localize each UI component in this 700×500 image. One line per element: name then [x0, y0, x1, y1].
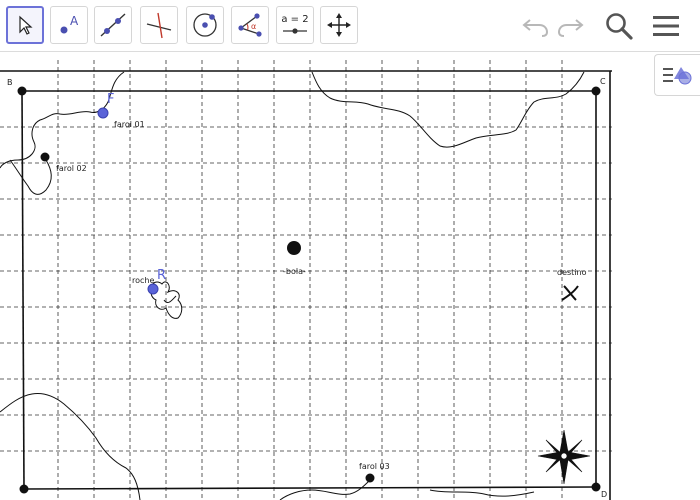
line-icon	[100, 13, 126, 37]
circle-tool[interactable]	[186, 6, 224, 44]
search-button[interactable]	[602, 8, 636, 44]
coastlines	[0, 71, 585, 500]
point-icon: A	[60, 14, 79, 34]
angle-icon: α	[238, 13, 262, 37]
perpendicular-line-tool[interactable]	[140, 6, 178, 44]
style-bar-icon	[662, 67, 691, 85]
compass-rose-icon	[537, 429, 591, 485]
move-tool[interactable]	[6, 6, 44, 44]
corner-label-c: C	[600, 77, 606, 86]
undo-button[interactable]	[518, 8, 552, 44]
lighthouse-03-dot	[365, 473, 375, 483]
search-icon	[606, 13, 633, 40]
destination-x-icon	[561, 285, 579, 301]
ball-marker	[287, 241, 301, 255]
style-bar-toggle[interactable]	[654, 54, 700, 96]
destination-label: destino	[557, 268, 587, 277]
dashed-grid	[0, 60, 612, 500]
slider-icon-text: a = 2	[281, 14, 308, 25]
corner-label-d: D	[601, 490, 607, 499]
ball-label: -bola-	[283, 267, 306, 276]
rock-label: roche	[132, 276, 154, 285]
lighthouse-03-label: farol 03	[359, 462, 390, 471]
hamburger-menu-icon	[653, 16, 679, 36]
redo-button[interactable]	[554, 8, 588, 44]
svg-text:α: α	[251, 22, 256, 31]
corner-dot-c	[591, 86, 601, 96]
corner-dot-a	[19, 484, 29, 494]
point-f[interactable]: F	[97, 92, 114, 119]
point-r-label: R	[157, 268, 166, 283]
corner-dot-d	[591, 482, 601, 492]
slider-icon: a = 2	[281, 14, 309, 34]
toolbar: A α a = 2	[0, 0, 700, 52]
point-tool[interactable]: A	[50, 6, 88, 44]
undo-icon	[522, 19, 549, 37]
svg-text:A: A	[70, 14, 79, 28]
circle-icon	[193, 13, 217, 37]
lighthouse-02-dot	[40, 152, 50, 162]
perpendicular-line-icon	[146, 12, 172, 39]
cursor-arrow-icon	[19, 15, 33, 35]
lighthouse-02-label: farol 02	[56, 164, 87, 173]
map-background: B C D farol 01 farol 02 farol 03 roche -…	[0, 60, 612, 500]
redo-icon	[557, 19, 584, 37]
map-border	[0, 70, 612, 500]
move-graphics-view-tool[interactable]	[320, 6, 358, 44]
slider-tool[interactable]: a = 2	[276, 6, 314, 44]
point-f-label: F	[107, 92, 114, 107]
move-arrows-icon	[327, 13, 351, 37]
lighthouse-01-label: farol 01	[114, 120, 145, 129]
corner-dot-b	[17, 86, 27, 96]
menu-button[interactable]	[649, 8, 683, 44]
angle-tool[interactable]: α	[231, 6, 269, 44]
corner-label-b: B	[7, 78, 13, 87]
graphics-view[interactable]: B C D farol 01 farol 02 farol 03 roche -…	[0, 0, 700, 500]
line-tool[interactable]	[94, 6, 132, 44]
